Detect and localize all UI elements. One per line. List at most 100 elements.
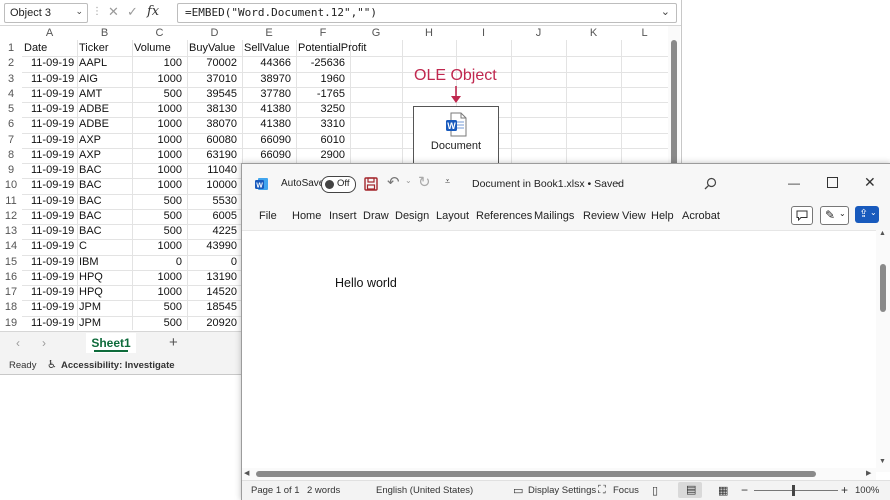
column-header-l[interactable]: L xyxy=(621,26,668,40)
cell-c16[interactable]: 1000 xyxy=(132,271,182,283)
cell-d12[interactable]: 6005 xyxy=(187,210,237,222)
row-header[interactable]: 15 xyxy=(0,256,22,268)
cell-e1[interactable]: SellValue xyxy=(244,42,290,54)
cell-c7[interactable]: 1000 xyxy=(132,134,182,146)
column-header-j[interactable]: J xyxy=(511,26,566,40)
cell-a4[interactable]: 11-09-19 xyxy=(31,88,74,100)
cell-a14[interactable]: 11-09-19 xyxy=(31,240,74,252)
cell-c2[interactable]: 100 xyxy=(132,57,182,69)
cell-c3[interactable]: 1000 xyxy=(132,73,182,85)
cell-b3[interactable]: AIG xyxy=(79,73,98,85)
word-horizontal-scrollbar[interactable]: ◀ ▶ xyxy=(242,468,876,480)
cell-b10[interactable]: BAC xyxy=(79,179,102,191)
status-page[interactable]: Page 1 of 1 xyxy=(251,485,300,496)
cell-d3[interactable]: 37010 xyxy=(187,73,237,85)
column-header-g[interactable]: G xyxy=(350,26,402,40)
column-header-f[interactable]: F xyxy=(296,26,350,40)
display-settings-icon[interactable]: ▭ xyxy=(513,484,523,497)
cell-c13[interactable]: 500 xyxy=(132,225,182,237)
row-header[interactable]: 14 xyxy=(0,240,22,252)
cell-b7[interactable]: AXP xyxy=(79,134,101,146)
row-header[interactable]: 8 xyxy=(0,149,22,161)
name-box[interactable]: Object 3 ⌄ xyxy=(4,3,88,23)
cell-c6[interactable]: 1000 xyxy=(132,118,182,130)
read-mode-icon[interactable]: ▯ xyxy=(652,484,658,497)
row-header[interactable]: 7 xyxy=(0,134,22,146)
scroll-down-icon[interactable]: ▼ xyxy=(879,458,886,465)
tab-draw[interactable]: Draw xyxy=(363,210,389,222)
cell-c19[interactable]: 500 xyxy=(132,317,182,329)
column-header-c[interactable]: C xyxy=(132,26,187,40)
row-header[interactable]: 12 xyxy=(0,210,22,222)
cell-f8[interactable]: 2900 xyxy=(296,149,345,161)
row-header[interactable]: 5 xyxy=(0,103,22,115)
cell-d14[interactable]: 43990 xyxy=(187,240,237,252)
cell-a2[interactable]: 11-09-19 xyxy=(31,57,74,69)
cell-a1[interactable]: Date xyxy=(24,42,47,54)
zoom-in-icon[interactable]: + xyxy=(841,483,848,497)
editing-mode-button[interactable]: ✎ ⌄ xyxy=(820,206,849,225)
cell-d7[interactable]: 60080 xyxy=(187,134,237,146)
cell-e5[interactable]: 41380 xyxy=(242,103,291,115)
undo-icon[interactable]: ↶ xyxy=(387,173,400,191)
cell-b13[interactable]: BAC xyxy=(79,225,102,237)
cell-b18[interactable]: JPM xyxy=(79,301,101,313)
cell-c14[interactable]: 1000 xyxy=(132,240,182,252)
title-chevron-down-icon[interactable]: ⌄ xyxy=(614,176,622,187)
cell-a5[interactable]: 11-09-19 xyxy=(31,103,74,115)
next-sheet-icon[interactable]: › xyxy=(42,336,46,350)
status-accessibility[interactable]: Accessibility: Investigate xyxy=(61,360,175,371)
row-header[interactable]: 6 xyxy=(0,118,22,130)
cell-f5[interactable]: 3250 xyxy=(296,103,345,115)
tab-layout[interactable]: Layout xyxy=(436,210,469,222)
cell-a8[interactable]: 11-09-19 xyxy=(31,149,74,161)
sheet-tab-sheet1[interactable]: Sheet1 xyxy=(86,333,136,353)
web-layout-icon[interactable]: ▦ xyxy=(718,484,728,497)
cell-b8[interactable]: AXP xyxy=(79,149,101,161)
row-header[interactable]: 19 xyxy=(0,317,22,329)
tab-acrobat[interactable]: Acrobat xyxy=(682,210,720,222)
tab-review[interactable]: Review xyxy=(583,210,619,222)
cell-b4[interactable]: AMT xyxy=(79,88,102,100)
cell-d2[interactable]: 70002 xyxy=(187,57,237,69)
save-icon[interactable] xyxy=(364,177,378,191)
cell-c4[interactable]: 500 xyxy=(132,88,182,100)
formula-input[interactable]: =EMBED("Word.Document.12","") ⌄ xyxy=(177,3,677,23)
cell-a7[interactable]: 11-09-19 xyxy=(31,134,74,146)
column-header-e[interactable]: E xyxy=(242,26,296,40)
row-header[interactable]: 9 xyxy=(0,164,22,176)
row-header[interactable]: 13 xyxy=(0,225,22,237)
cell-d11[interactable]: 5530 xyxy=(187,195,237,207)
cell-f4[interactable]: -1765 xyxy=(296,88,345,100)
cell-a19[interactable]: 11-09-19 xyxy=(31,317,74,329)
cell-c5[interactable]: 1000 xyxy=(132,103,182,115)
customize-toolbar-icon[interactable]: ⩡ xyxy=(445,176,450,187)
expand-formula-icon[interactable]: ⌄ xyxy=(661,5,670,18)
cell-b12[interactable]: BAC xyxy=(79,210,102,222)
word-hscroll-thumb[interactable] xyxy=(256,471,816,477)
cell-f1[interactable]: PotentialProfit xyxy=(298,42,366,54)
cell-c18[interactable]: 500 xyxy=(132,301,182,313)
cell-a13[interactable]: 11-09-19 xyxy=(31,225,74,237)
tab-insert[interactable]: Insert xyxy=(329,210,357,222)
cell-b14[interactable]: C xyxy=(79,240,87,252)
cell-d15[interactable]: 0 xyxy=(187,256,237,268)
cell-b19[interactable]: JPM xyxy=(79,317,101,329)
zoom-slider-track[interactable] xyxy=(754,490,838,491)
tab-design[interactable]: Design xyxy=(395,210,429,222)
scroll-up-icon[interactable]: ▲ xyxy=(879,230,886,237)
cell-c12[interactable]: 500 xyxy=(132,210,182,222)
cell-d19[interactable]: 20920 xyxy=(187,317,237,329)
cancel-icon[interactable]: ✕ xyxy=(108,4,119,20)
search-icon[interactable] xyxy=(704,177,717,190)
cell-c9[interactable]: 1000 xyxy=(132,164,182,176)
cell-c15[interactable]: 0 xyxy=(132,256,182,268)
cell-b2[interactable]: AAPL xyxy=(79,57,107,69)
row-header[interactable]: 1 xyxy=(0,42,22,54)
share-button[interactable]: ⇪ ⌄ xyxy=(855,206,879,223)
tab-home[interactable]: Home xyxy=(292,210,321,222)
cell-a15[interactable]: 11-09-19 xyxy=(31,256,74,268)
enter-icon[interactable]: ✓ xyxy=(127,4,138,20)
comments-button[interactable] xyxy=(791,206,813,225)
tab-file[interactable]: File xyxy=(259,210,277,222)
